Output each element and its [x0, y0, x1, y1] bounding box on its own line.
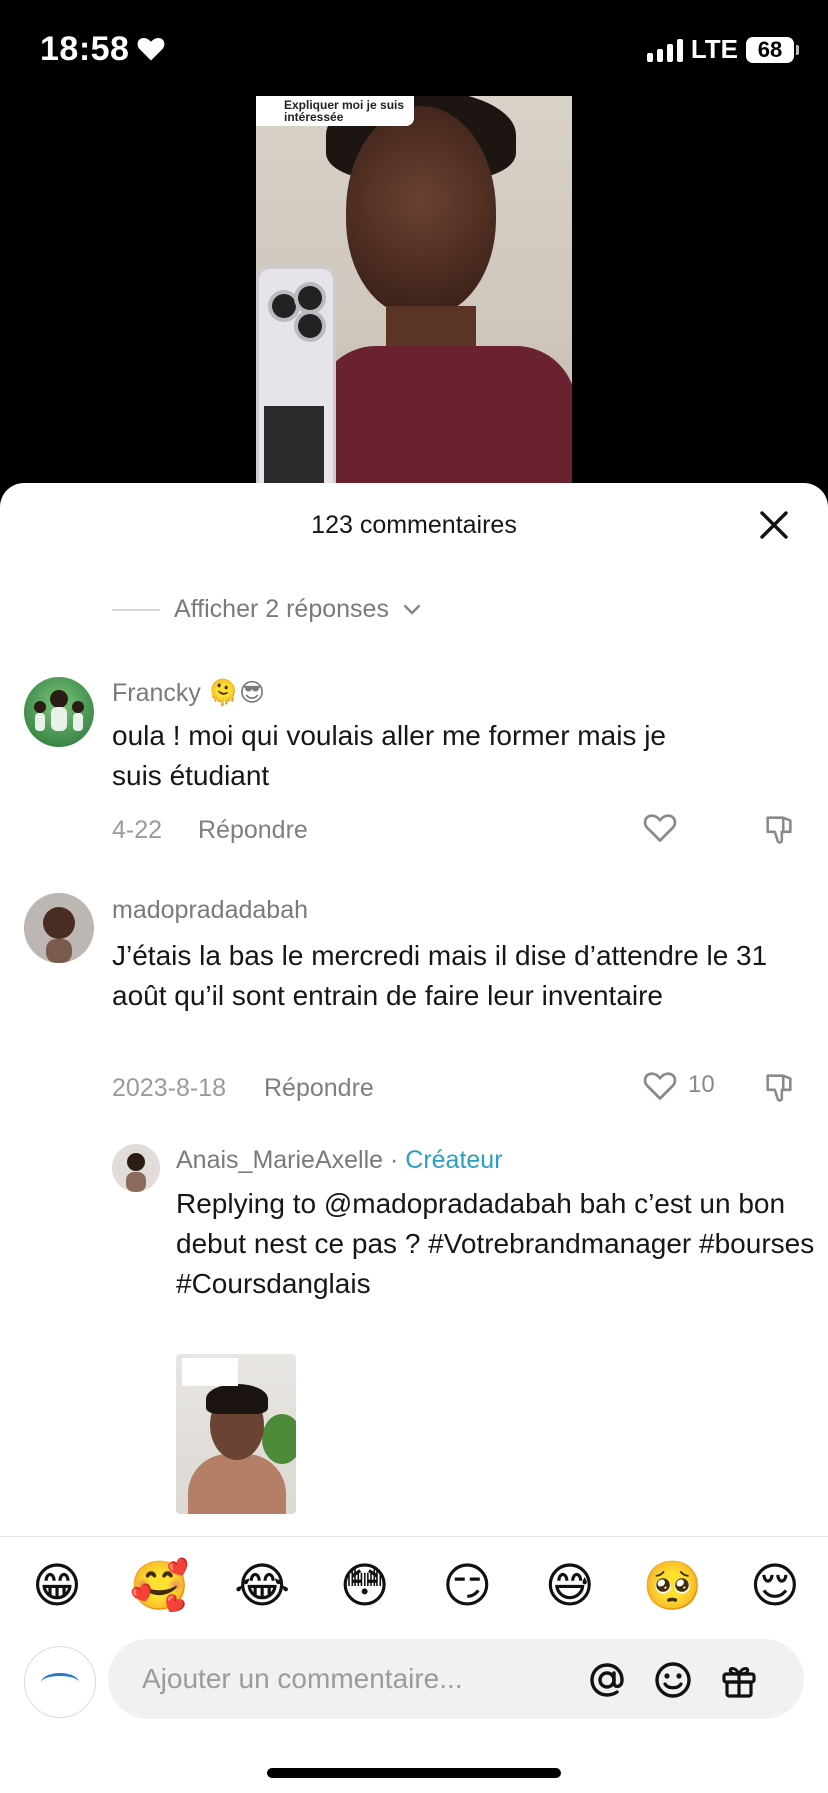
- camera-lens: [298, 286, 322, 310]
- dislike-icon[interactable]: [762, 812, 796, 846]
- video-shirt: [316, 346, 572, 490]
- reply-button[interactable]: Répondre: [264, 1074, 374, 1103]
- current-user-avatar: [24, 1646, 96, 1718]
- gift-icon[interactable]: [718, 1659, 760, 1701]
- emoji-grin-button[interactable]: 😁: [26, 1555, 88, 1617]
- comment-username[interactable]: Francky 🫠😎: [112, 678, 265, 708]
- avatar[interactable]: [112, 1144, 160, 1192]
- like-count: 10: [688, 1071, 715, 1098]
- emoji-love-button[interactable]: 🥰: [129, 1555, 191, 1617]
- show-replies-label: Afficher 2 réponses: [174, 595, 389, 623]
- home-indicator: [267, 1768, 561, 1778]
- network-label: LTE: [690, 34, 738, 64]
- like-button[interactable]: 10: [642, 1068, 715, 1102]
- like-icon: [643, 814, 677, 842]
- sheet-header: 123 commentaires: [0, 483, 828, 563]
- username-emoji: 🫠😎: [207, 679, 266, 707]
- emoji-icon[interactable]: [652, 1659, 694, 1701]
- emoji-flushed-button[interactable]: 😳: [334, 1555, 396, 1617]
- avatar-portrait: [112, 1144, 160, 1192]
- reply-button[interactable]: Répondre: [198, 816, 308, 845]
- show-replies-button[interactable]: Afficher 2 réponses: [112, 595, 421, 624]
- video-face: [346, 106, 496, 316]
- signal-icon: [646, 38, 683, 62]
- video-reply-thumbnail[interactable]: [176, 1354, 296, 1514]
- thumbnail-plant: [262, 1414, 296, 1464]
- thumbnail-caption: [182, 1358, 238, 1386]
- thumbnail-body: [188, 1454, 286, 1514]
- avatar[interactable]: [24, 893, 94, 963]
- comment-input[interactable]: Ajouter un commentaire...: [108, 1639, 804, 1719]
- username-text: Francky: [112, 679, 201, 707]
- creator-badge: Créateur: [405, 1146, 503, 1174]
- logo-book-icon: [41, 1673, 79, 1692]
- status-indicators: LTE 68: [646, 34, 799, 65]
- battery-icon: 68: [746, 36, 799, 63]
- close-icon[interactable]: [756, 507, 792, 543]
- comment-composer-area: 😁 🥰 😂 😳 😏 😅 🥺 😌 Ajouter un commentaire..…: [0, 1536, 828, 1793]
- dislike-icon[interactable]: [762, 1070, 796, 1104]
- emoji-relieved-button[interactable]: 😌: [744, 1555, 806, 1617]
- like-button[interactable]: [642, 810, 688, 844]
- status-time: 18:58: [40, 30, 130, 68]
- quick-emoji-bar: 😁 🥰 😂 😳 😏 😅 🥺 😌: [26, 1555, 806, 1617]
- video-caption: Expliquer moi je suis intéressée: [256, 96, 414, 126]
- avatar-figures: [34, 690, 84, 731]
- camera-lens: [298, 314, 322, 338]
- comment-date: 2023-8-18: [112, 1074, 226, 1102]
- comment-text: J’étais la bas le mercredi mais il dise …: [112, 940, 768, 1011]
- comments-count-title: 123 commentaires: [311, 511, 517, 539]
- like-icon: [643, 1072, 677, 1100]
- phone-stand: [264, 406, 324, 490]
- camera-lens: [272, 294, 296, 318]
- avatar-portrait: [24, 893, 94, 963]
- username-separator: ·: [383, 1146, 406, 1174]
- emoji-smirk-button[interactable]: 😏: [436, 1555, 498, 1617]
- chevron-down-icon: [403, 604, 421, 615]
- avatar[interactable]: [24, 677, 94, 747]
- comment-username[interactable]: madopradadabah: [112, 896, 308, 925]
- comment-text: Replying to @madopradadabah bah c’est un…: [176, 1188, 815, 1299]
- emoji-sweat-smile-button[interactable]: 😅: [539, 1555, 601, 1617]
- replies-divider: [112, 608, 160, 611]
- emoji-joy-button[interactable]: 😂: [231, 1555, 293, 1617]
- mention-icon[interactable]: [586, 1659, 628, 1701]
- comment-text: oula ! moi qui voulais aller me former m…: [112, 720, 666, 791]
- emoji-pleading-button[interactable]: 🥺: [641, 1555, 703, 1617]
- comment-input-placeholder: Ajouter un commentaire...: [142, 1663, 463, 1694]
- status-bar: 18:58 LTE 68: [0, 0, 828, 96]
- heart-icon: [137, 38, 165, 61]
- video-preview[interactable]: Expliquer moi je suis intéressée: [256, 96, 572, 490]
- thumbnail-hair: [206, 1384, 268, 1414]
- username-text: Anais_MarieAxelle: [176, 1146, 384, 1174]
- comment-username[interactable]: Anais_MarieAxelle · Créateur: [176, 1146, 503, 1175]
- comment-date: 4-22: [112, 816, 163, 844]
